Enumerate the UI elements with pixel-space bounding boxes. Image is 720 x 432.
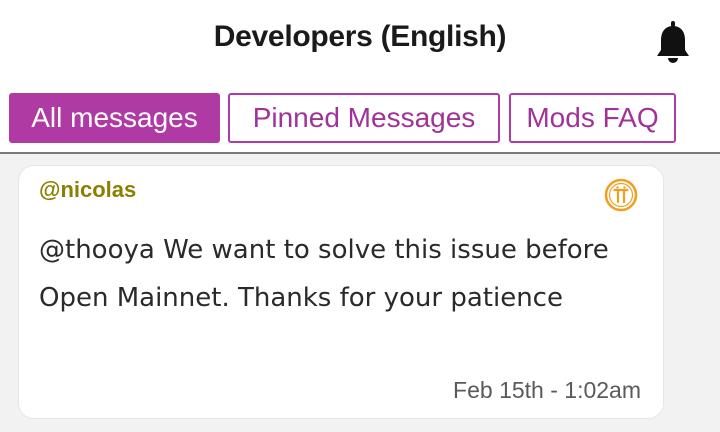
pi-coin-icon xyxy=(604,178,638,212)
bell-icon[interactable] xyxy=(655,20,691,64)
message-card[interactable]: @nicolas @thooya We want to solve this i… xyxy=(18,165,664,419)
tab-all-messages[interactable]: All messages xyxy=(9,93,220,143)
page-title: Developers (English) xyxy=(213,20,507,53)
tab-pinned-messages[interactable]: Pinned Messages xyxy=(228,93,500,143)
app-header: Developers (English) xyxy=(0,0,720,88)
tab-mods-faq[interactable]: Mods FAQ xyxy=(509,93,676,143)
tab-bar: All messages Pinned Messages Mods FAQ xyxy=(0,88,720,152)
divider xyxy=(0,152,720,154)
message-text: @thooya We want to solve this issue befo… xyxy=(39,235,609,313)
message-author[interactable]: @nicolas xyxy=(39,177,136,203)
message-timestamp: Feb 15th - 1:02am xyxy=(453,377,641,403)
